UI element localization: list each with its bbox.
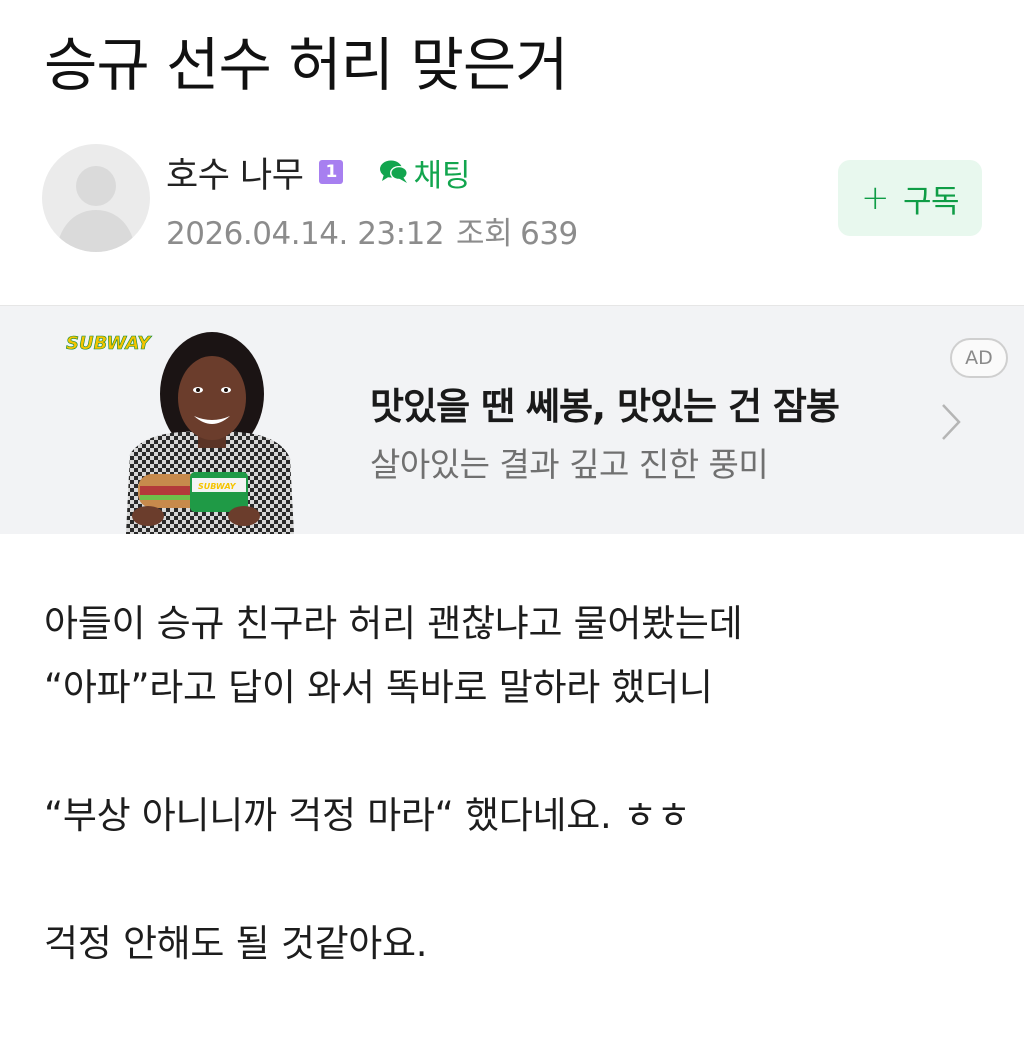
ad-text[interactable]: 맛있을 땐 쎄봉, 맛있는 건 잠봉 살아있는 결과 깊고 진한 풍미 — [370, 376, 840, 486]
author-name[interactable]: 호수 나무 — [166, 147, 304, 198]
ad-subline: 살아있는 결과 깊고 진한 풍미 — [370, 445, 769, 484]
chat-button[interactable]: 채팅 — [379, 150, 470, 195]
subscribe-label: 구독 — [902, 183, 960, 220]
speech-bubble-icon — [380, 160, 409, 183]
default-user-icon[interactable] — [42, 144, 150, 252]
subscribe-button[interactable]: + 구독 — [838, 160, 982, 236]
content-line: “부상 아니니까 걱정 마라“ 했다네요. ㅎㅎ — [44, 794, 691, 837]
svg-text:SUBWAY: SUBWAY — [198, 482, 237, 491]
level-badge: 1 — [319, 160, 344, 184]
content-gap — [44, 848, 1004, 912]
content-line: 걱정 안해도 될 것같아요. — [44, 922, 428, 965]
plus-icon: + — [860, 178, 890, 218]
views-label: 조회 — [456, 216, 513, 252]
chat-label: 채팅 — [413, 157, 471, 194]
views-count: 639 — [520, 216, 578, 252]
content-line: “아파”라고 답이 와서 똑바로 말하라 했더니 — [44, 666, 713, 709]
post-title: 승규 선수 허리 맞은거 — [44, 31, 569, 99]
content-gap — [44, 720, 1004, 784]
post-meta: 2026.04.14. 23:12 조회 639 — [166, 208, 578, 253]
post-date: 2026.04.14. 23:12 — [166, 216, 445, 252]
ad-badge[interactable]: AD — [950, 338, 1008, 378]
ad-banner[interactable]: SUBWAY SUBWAY 맛있을 땐 쎄봉, 맛있는 건 잠봉 살아있는 결과… — [0, 305, 1024, 534]
ad-person-image: SUBWAY — [126, 332, 294, 534]
author-row: 호수 나무 1 채팅 2026.04.14. 23:12 조회 639 + 구독 — [42, 144, 982, 254]
content-line: 아들이 승규 친구라 허리 괜찮냐고 물어봤는데 — [44, 602, 743, 645]
chevron-right-icon[interactable] — [940, 402, 962, 442]
author-info: 호수 나무 1 채팅 2026.04.14. 23:12 조회 639 — [166, 148, 578, 253]
post-content: 아들이 승규 친구라 허리 괜찮냐고 물어봤는데 “아파”라고 답이 와서 똑바… — [44, 592, 1004, 976]
ad-headline: 맛있을 땐 쎄봉, 맛있는 건 잠봉 — [370, 385, 840, 428]
